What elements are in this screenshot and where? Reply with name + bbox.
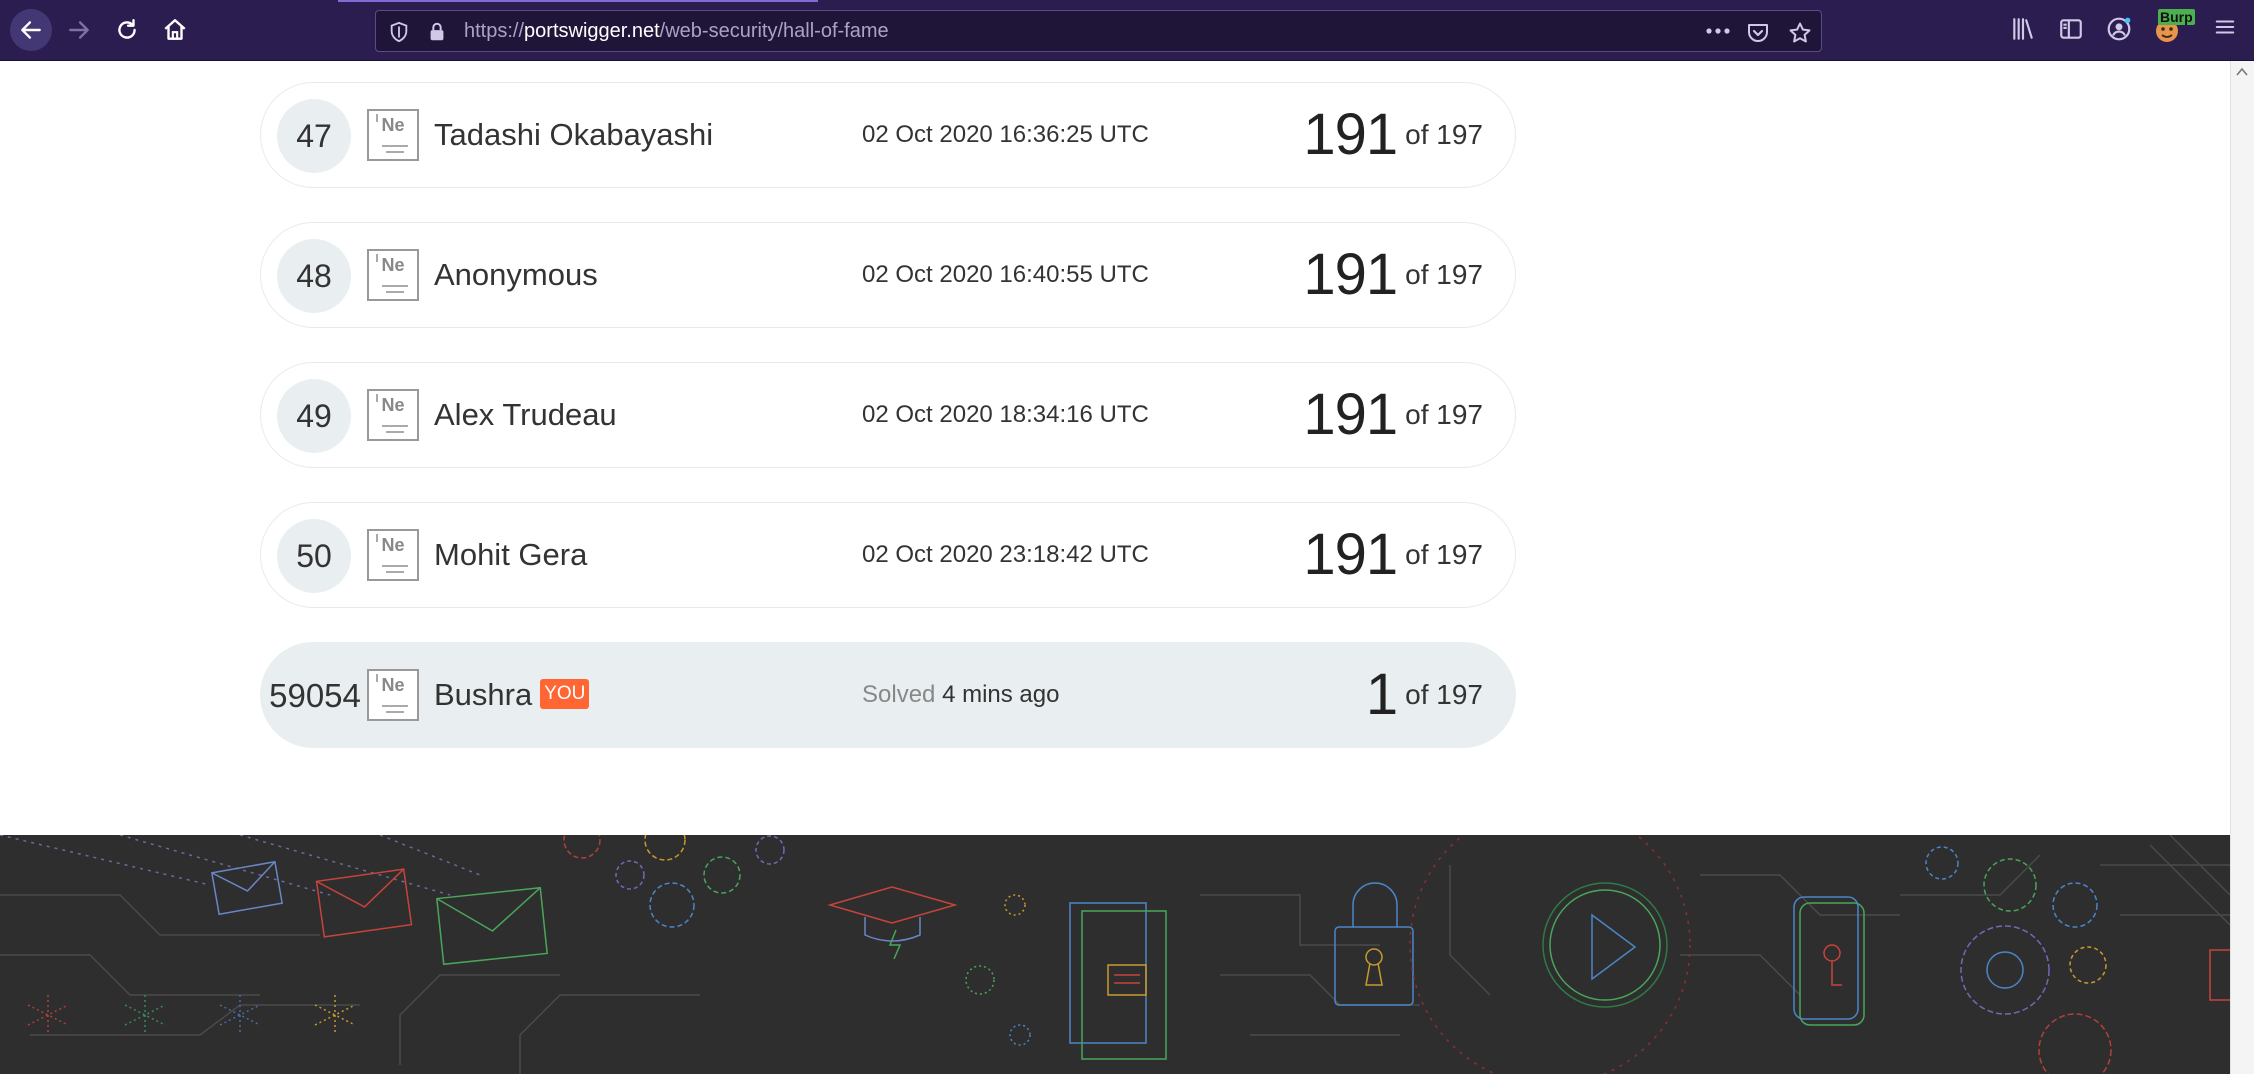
completion-timestamp: 02 Oct 2020 16:36:25 UTC <box>862 121 1149 148</box>
completion-timestamp: 02 Oct 2020 18:34:16 UTC <box>862 401 1149 428</box>
rank-number: 59054 <box>269 677 361 714</box>
account-icon[interactable] <box>2106 16 2132 42</box>
url-text[interactable]: https://portswigger.net/web-security/hal… <box>464 11 889 51</box>
footer-graphic <box>0 835 2230 1074</box>
url-domain: portswigger.net <box>524 20 660 42</box>
hamburger-menu-icon[interactable] <box>2214 16 2236 38</box>
you-tag: YOU <box>540 678 590 709</box>
url-path: /web-security/hall-of-fame <box>659 20 889 42</box>
neon-badge-icon: Ne <box>367 109 419 161</box>
url-scheme: https:// <box>464 20 525 42</box>
scroll-up-arrow-icon[interactable] <box>2236 67 2248 77</box>
score-total: of 197 <box>1405 119 1483 150</box>
neon-badge-icon: Ne <box>367 389 419 441</box>
badge-label: Ne <box>381 395 405 415</box>
shield-icon[interactable] <box>388 21 410 43</box>
score-value: 191 <box>1303 242 1398 307</box>
rank-number: 48 <box>277 239 351 313</box>
browser-toolbar: https://portswigger.net/web-security/hal… <box>0 0 2254 61</box>
leaderboard-row: 48 Ne Anonymous 02 Oct 2020 16:40:55 UTC… <box>260 222 1516 328</box>
badge-label: Ne <box>381 535 405 555</box>
reload-button[interactable] <box>106 9 148 51</box>
badge-label: Ne <box>381 675 405 695</box>
badge-label: Ne <box>381 115 405 135</box>
sidebar-icon[interactable] <box>2058 16 2084 42</box>
badge-label: Ne <box>381 255 405 275</box>
completion-timestamp: 02 Oct 2020 16:40:55 UTC <box>862 261 1149 288</box>
score-total: of 197 <box>1405 399 1483 430</box>
rank-number: 49 <box>277 379 351 453</box>
score-total: of 197 <box>1405 539 1483 570</box>
arrow-left-icon <box>21 21 41 39</box>
score: 191 of 197 <box>1303 503 1483 607</box>
user-name: Anonymous <box>434 257 598 292</box>
active-tab-indicator <box>338 0 818 2</box>
score-value: 191 <box>1303 382 1398 447</box>
forward-button[interactable] <box>58 9 100 51</box>
solved-label: Solved <box>862 681 936 708</box>
pocket-icon[interactable] <box>1746 21 1770 45</box>
score-value: 191 <box>1303 102 1398 167</box>
score-value: 1 <box>1365 662 1398 727</box>
page-scrollbar[interactable] <box>2230 61 2254 1074</box>
arrow-right-icon <box>69 21 89 39</box>
user-name-text: Bushra <box>434 677 533 712</box>
back-button[interactable] <box>10 9 52 51</box>
rank-number: 50 <box>277 519 351 593</box>
lock-icon[interactable] <box>426 21 448 43</box>
score: 191 of 197 <box>1303 223 1483 327</box>
score-total: of 197 <box>1405 259 1483 290</box>
leaderboard-row: 50 Ne Mohit Gera 02 Oct 2020 23:18:42 UT… <box>260 502 1516 608</box>
bookmark-star-icon[interactable] <box>1788 21 1812 45</box>
score-total: of 197 <box>1405 679 1483 710</box>
reload-icon <box>118 19 136 39</box>
neon-badge-icon: Ne <box>367 249 419 301</box>
score: 1 of 197 <box>1366 643 1483 747</box>
neon-badge-icon: Ne <box>367 669 419 721</box>
user-name: Mohit Gera <box>434 537 588 572</box>
score: 191 of 197 <box>1303 83 1483 187</box>
leaderboard-row: 47 Ne Tadashi Okabayashi 02 Oct 2020 16:… <box>260 82 1516 188</box>
completion-timestamp: 02 Oct 2020 23:18:42 UTC <box>862 541 1149 568</box>
footer-illustration <box>0 835 2230 1074</box>
home-button[interactable] <box>154 9 196 51</box>
user-name: Alex Trudeau <box>434 397 617 432</box>
address-bar[interactable]: https://portswigger.net/web-security/hal… <box>375 10 1822 52</box>
score: 191 of 197 <box>1303 363 1483 467</box>
more-actions-icon[interactable] <box>1704 23 1732 39</box>
home-icon <box>164 19 186 40</box>
score-value: 191 <box>1303 522 1398 587</box>
leaderboard-row: 49 Ne Alex Trudeau 02 Oct 2020 18:34:16 … <box>260 362 1516 468</box>
solved-ago: 4 mins ago <box>942 681 1060 708</box>
library-icon[interactable] <box>2010 16 2036 42</box>
neon-badge-icon: Ne <box>367 529 419 581</box>
user-name: Bushra YOU <box>434 643 590 747</box>
burp-badge: Burp <box>2158 9 2195 25</box>
user-name: Tadashi Okabayashi <box>434 117 714 152</box>
current-user-row: 59054 Ne Bushra YOU Solved 4 mins ago 1 of… <box>260 642 1516 748</box>
rank-number: 47 <box>277 99 351 173</box>
solved-status: Solved 4 mins ago <box>862 643 1059 747</box>
